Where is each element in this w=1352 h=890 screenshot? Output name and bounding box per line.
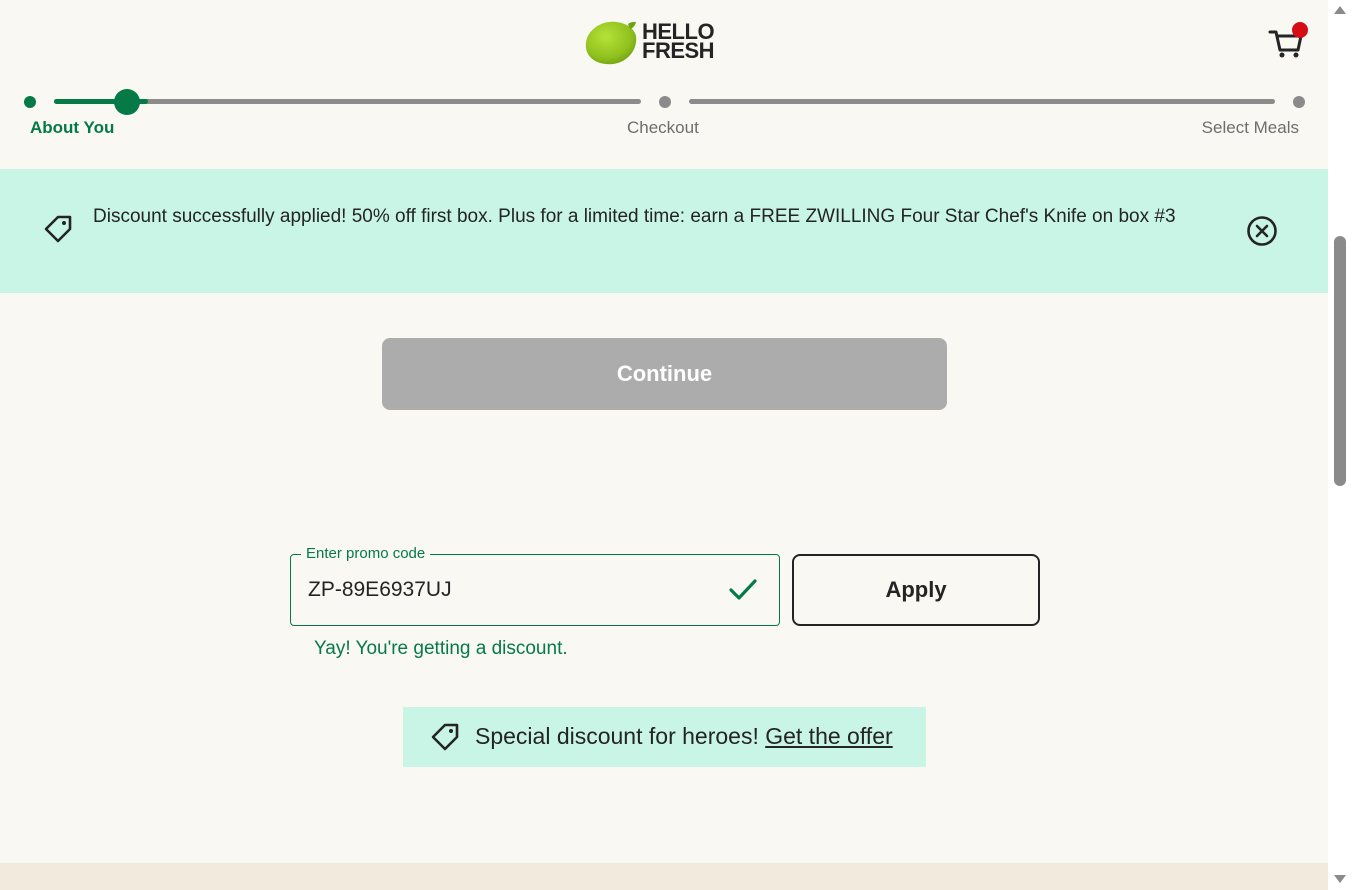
- logo-line-2: FRESH: [642, 38, 715, 63]
- lime-icon: [585, 21, 637, 65]
- tag-icon: [431, 723, 459, 751]
- discount-banner: Discount successfully applied! 50% off f…: [0, 169, 1328, 293]
- hellofresh-logo[interactable]: HELLO FRESH: [582, 18, 724, 68]
- page: HELLO FRESH About You Checkout Select Me…: [0, 0, 1328, 890]
- footer-band: [0, 863, 1328, 890]
- promo-code-legend: Enter promo code: [301, 545, 431, 562]
- step-dot-select-meals: [1293, 96, 1305, 108]
- get-offer-link[interactable]: Get the offer: [765, 723, 892, 749]
- promo-code-field[interactable]: Enter promo code: [290, 545, 780, 626]
- check-icon: [729, 579, 757, 600]
- scrollbar-thumb[interactable]: [1334, 236, 1346, 486]
- promo-code-input[interactable]: [308, 573, 708, 607]
- step-current-marker: [114, 89, 140, 115]
- heroes-offer-box: Special discount for heroes! Get the off…: [403, 707, 926, 767]
- cart-badge: [1292, 22, 1308, 38]
- close-circle-icon[interactable]: [1246, 215, 1278, 247]
- heroes-offer-label: Special discount for heroes!: [475, 723, 759, 749]
- heroes-offer-text: Special discount for heroes! Get the off…: [475, 723, 893, 750]
- step-dot-start: [24, 96, 36, 108]
- scroll-down-arrow[interactable]: [1334, 875, 1346, 883]
- step-label-checkout: Checkout: [627, 118, 699, 137]
- page-scrollbar[interactable]: [1328, 0, 1352, 890]
- step-dot-checkout: [659, 96, 671, 108]
- logo-wordmark: HELLO FRESH: [642, 21, 715, 63]
- promo-success-message: Yay! You're getting a discount.: [314, 638, 568, 659]
- step-label-select-meals: Select Meals: [1201, 118, 1299, 137]
- step-label-about-you: About You: [30, 118, 115, 137]
- banner-message: Discount successfully applied! 50% off f…: [93, 206, 1176, 227]
- tag-icon: [44, 215, 72, 243]
- cart-button[interactable]: [1268, 22, 1308, 64]
- apply-button[interactable]: Apply: [792, 554, 1040, 626]
- progress-track-2: [689, 99, 1275, 104]
- continue-button[interactable]: Continue: [382, 338, 947, 410]
- progress-stepper: About You Checkout Select Meals: [0, 84, 1328, 144]
- scroll-up-arrow[interactable]: [1334, 6, 1346, 14]
- header: HELLO FRESH: [0, 0, 1328, 84]
